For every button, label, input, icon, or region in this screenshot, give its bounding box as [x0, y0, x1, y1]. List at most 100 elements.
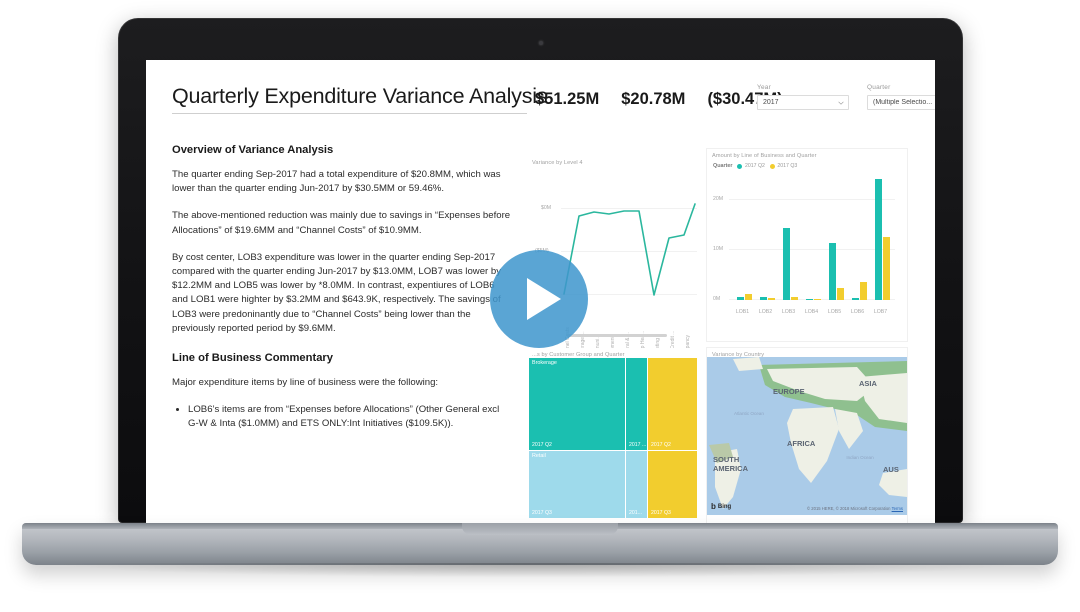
bar-lob2-q3[interactable] [768, 298, 775, 300]
treemap-node-label: Brokerage [532, 360, 557, 366]
chart-title: Variance by Level 4 [532, 160, 583, 166]
world-map-graphic [707, 357, 907, 515]
x-tick-label: LOB6 [850, 309, 865, 315]
treemap-node-quarter: 201... [629, 510, 642, 516]
slicer-row: Year 2017 Quarter (Multiple Selectio... [757, 84, 935, 110]
legend-title: Quarter [713, 163, 733, 169]
treemap-node-label: Retail [532, 453, 546, 459]
laptop-base [22, 523, 1058, 565]
bar-lob6-q2[interactable] [852, 298, 859, 300]
treemap-node-yellow-q3[interactable]: 2017 Q3 [648, 451, 697, 518]
legend-swatch-icon [769, 163, 775, 169]
map-region-africa: AFRICA [787, 439, 816, 448]
treemap-node-brokerage-q2[interactable]: Brokerage 2017 Q2 [529, 358, 625, 450]
slicer-year-value: 2017 [763, 99, 779, 106]
chart-amounts-by-customer-group[interactable]: ...s by Customer Group and Quarter Broke… [527, 348, 699, 524]
treemap-node-quarter: 2017 Q2 [651, 442, 671, 448]
treemap-node-quarter: 2017 Q3 [532, 510, 552, 516]
legend-label: 2017 Q2 [744, 163, 765, 169]
x-tick-label: LOB7 [873, 309, 888, 315]
kpi-row: $51.25M $20.78M ($30.47M) [535, 90, 783, 109]
paragraph-3: By cost center, LOB3 expenditure was low… [172, 251, 502, 334]
map-region-australia: AUS [883, 465, 899, 474]
bar-lob1-q3[interactable] [745, 294, 752, 300]
treemap-node-quarter: 2017 Q2 [532, 442, 552, 448]
chart-title: ...s by Customer Group and Quarter [532, 352, 625, 358]
slicer-year-dropdown[interactable]: 2017 [757, 95, 849, 110]
bar-lob6-q3[interactable] [860, 282, 867, 300]
bar-plot-area [731, 171, 895, 300]
map-terms-link[interactable]: Terms [892, 506, 903, 511]
slicer-quarter-dropdown[interactable]: (Multiple Selectio... [867, 95, 935, 110]
camera-icon [538, 41, 543, 45]
play-button[interactable] [490, 250, 588, 348]
map-attribution: © 2015 HERE, © 2018 Microsoft Corporatio… [807, 506, 903, 511]
base-notch [462, 523, 618, 535]
x-tick-label: LOB4 [804, 309, 819, 315]
chart-legend: Quarter 2017 Q2 2017 Q3 [713, 163, 797, 169]
x-tick-label: LOB1 [735, 309, 750, 315]
treemap-node-quarter: 2017 Q3 [651, 510, 671, 516]
list-item: LOB6’s items are from “Expenses before A… [188, 403, 512, 431]
paragraph-1: The quarter ending Sep-2017 had a total … [172, 169, 501, 195]
x-tick-label: LOB5 [827, 309, 842, 315]
kpi-total-prior: $51.25M [535, 90, 600, 108]
slicer-quarter-value: (Multiple Selectio... [873, 99, 933, 106]
bar-lob3-q3[interactable] [791, 297, 798, 300]
horizontal-scrollbar[interactable] [567, 334, 667, 337]
y-tick-label: 0M [713, 296, 721, 302]
report-header: Quarterly Expenditure Variance Analysis … [172, 84, 935, 136]
slicer-year: Year 2017 [757, 84, 849, 110]
kpi-total-current: $20.78M [621, 90, 686, 108]
treemap-node-secondary-q2[interactable]: 2017 ... [626, 358, 647, 450]
map-region-europe: EUROPE [773, 387, 805, 396]
map-ocean-atlantic: Atlantic Ocean [734, 411, 764, 416]
bing-b-icon: b [711, 502, 716, 511]
title-underline [172, 113, 527, 114]
bar-lob3-q2[interactable] [783, 228, 790, 300]
map-copyright: © 2015 HERE, © 2018 Microsoft Corporatio… [807, 506, 891, 511]
bar-lob4-q3[interactable] [814, 299, 821, 300]
legend-label: 2017 Q3 [777, 163, 798, 169]
legend-item-q3[interactable]: 2017 Q3 [769, 163, 798, 169]
screenshot-stage: Quarterly Expenditure Variance Analysis … [0, 0, 1080, 612]
bar-lob4-q2[interactable] [806, 299, 813, 300]
treemap-node-yellow-q2[interactable]: 2017 Q2 [648, 358, 697, 450]
section-heading-overview: Overview of Variance Analysis [172, 144, 334, 156]
map-region-asia: ASIA [859, 379, 877, 388]
lob-bullet-list: LOB6’s items are from “Expenses before A… [188, 403, 512, 431]
narrative-panel: Overview of Variance Analysis The quarte… [172, 144, 512, 432]
chart-title: Amount by Line of Business and Quarter [712, 153, 817, 159]
paragraph-2: The above-mentioned reduction was mainly… [172, 210, 511, 236]
chart-amount-by-lob-and-quarter[interactable]: Amount by Line of Business and Quarter Q… [707, 149, 907, 341]
page-title: Quarterly Expenditure Variance Analysis [172, 84, 548, 108]
y-tick-label: 10M [713, 246, 724, 252]
x-tick-label: LOB3 [781, 309, 796, 315]
bar-lob7-q3[interactable] [883, 237, 890, 300]
map-canvas[interactable]: EUROPE ASIA AFRICA SOUTH AMERICA AUS Atl… [707, 357, 907, 515]
slicer-quarter-label: Quarter [867, 84, 891, 91]
treemap-plot-area: Brokerage 2017 Q2 2017 ... 2017 Q2 Retai… [529, 358, 697, 518]
treemap-node-retail-q3[interactable]: Retail 2017 Q3 [529, 451, 625, 518]
bing-wordmark: Bing [717, 504, 732, 510]
bar-lob5-q3[interactable] [837, 288, 844, 300]
paragraph-4: Major expenditure items by line of busin… [172, 377, 439, 389]
bar-lob7-q2[interactable] [875, 179, 882, 300]
bar-lob2-q2[interactable] [760, 297, 767, 300]
map-ocean-indian: Indian Ocean [846, 455, 874, 460]
y-tick-label: $0M [541, 205, 552, 211]
treemap-node-quarter: 2017 ... [629, 442, 647, 448]
chevron-down-icon [838, 101, 844, 105]
bar-lob5-q2[interactable] [829, 243, 836, 300]
section-heading-lob: Line of Business Commentary [172, 352, 334, 365]
bar-lob1-q2[interactable] [737, 297, 744, 300]
legend-item-q2[interactable]: 2017 Q2 [737, 163, 765, 169]
treemap-node-secondary-q3[interactable]: 201... [626, 451, 647, 518]
base-shadow [60, 563, 1020, 577]
chart-variance-by-country[interactable]: Variance by Country EUROPE ASIA AFRICA S… [707, 348, 907, 524]
play-triangle-icon [527, 278, 561, 320]
slicer-quarter: Quarter (Multiple Selectio... [867, 84, 935, 110]
bing-logo[interactable]: b Bing [711, 503, 731, 511]
slicer-year-label: Year [757, 84, 771, 91]
legend-swatch-icon [737, 163, 743, 169]
